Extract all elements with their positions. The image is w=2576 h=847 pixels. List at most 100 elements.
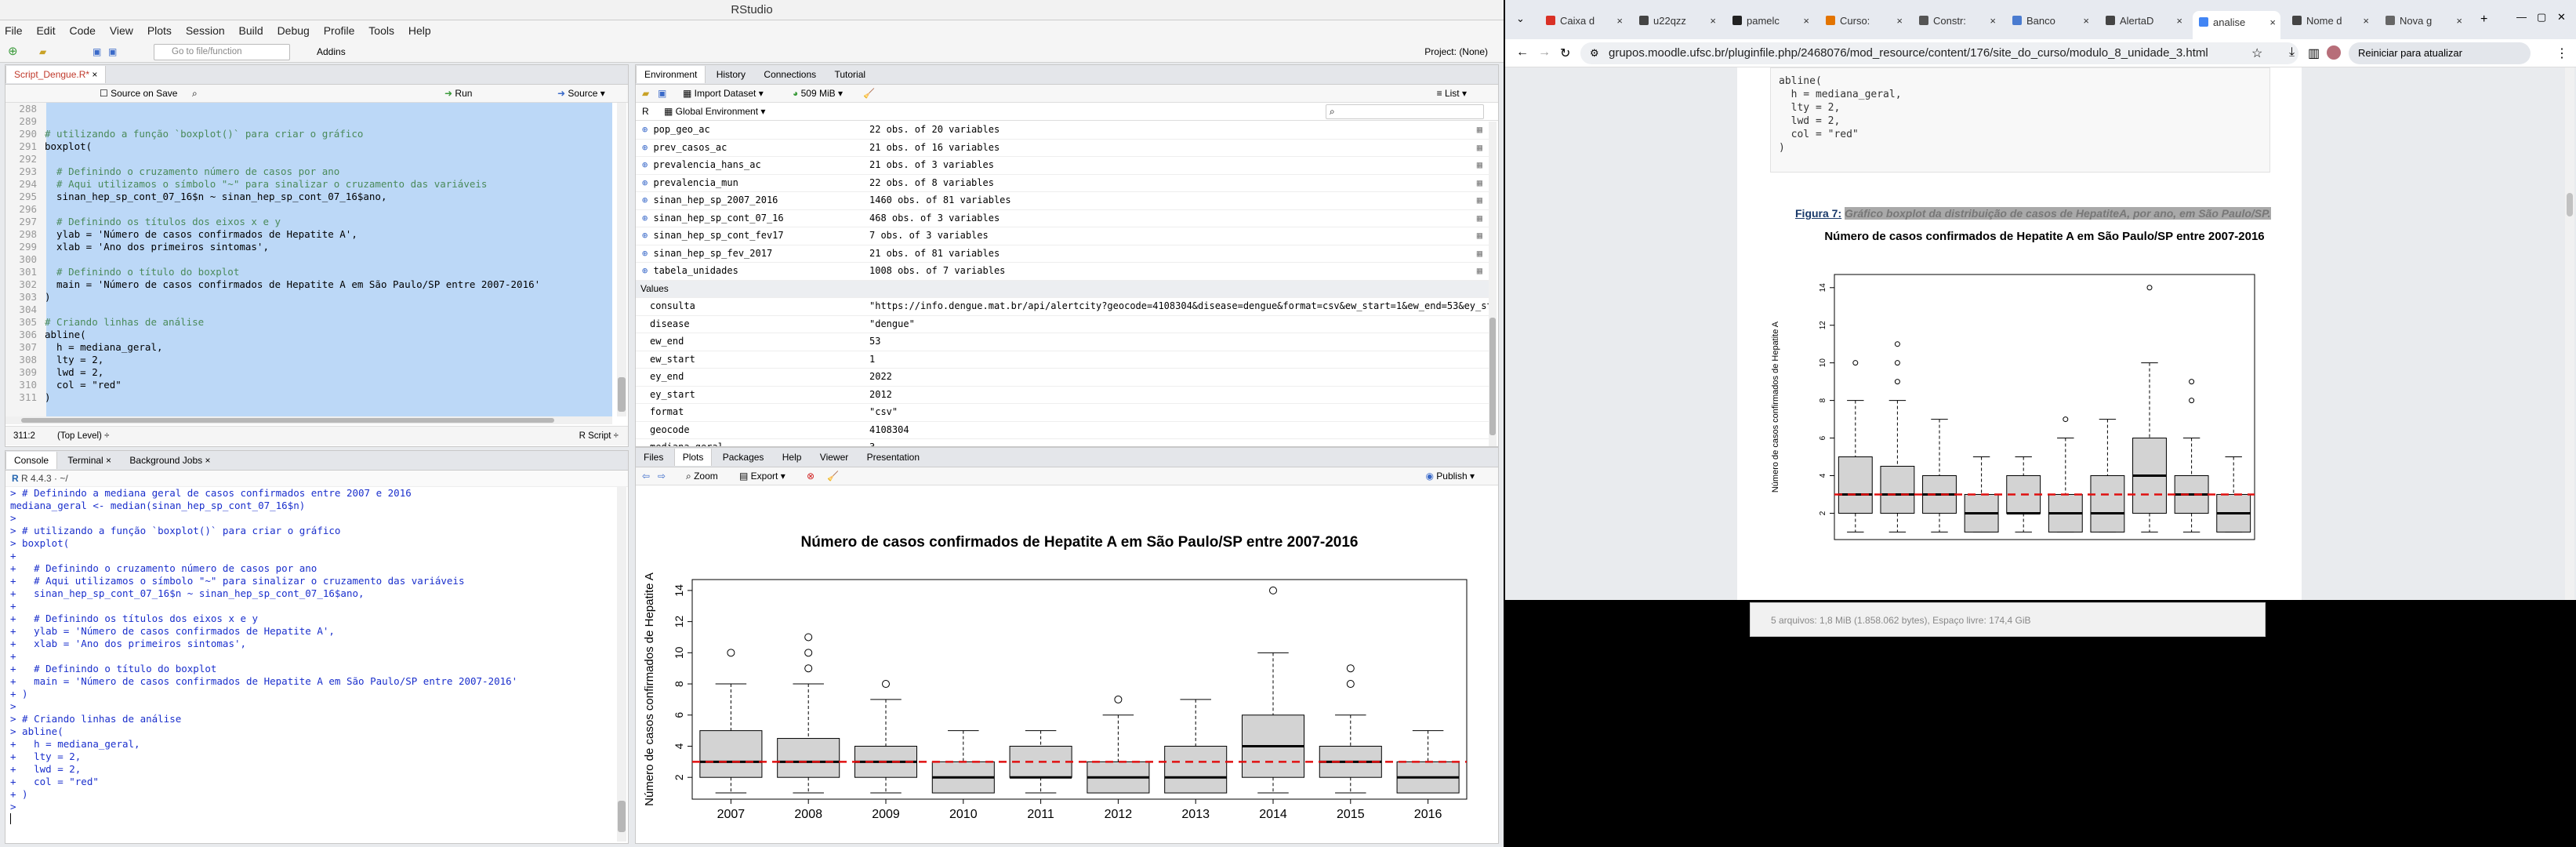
environment-row[interactable]: ⊕ prevalencia_mun 22 obs. of 8 variables ▦ [636, 175, 1489, 192]
environment-value-row[interactable]: ew_start 1 [636, 351, 1489, 369]
menu-profile[interactable]: Profile [324, 24, 355, 37]
back-icon[interactable]: ← [1516, 45, 1529, 60]
view-table-icon[interactable]: ▦ [1477, 175, 1482, 191]
environment-row[interactable]: ⊕ prevalencia_hans_ac 21 obs. of 3 variab… [636, 157, 1489, 175]
tab-viewer[interactable]: Viewer [812, 449, 856, 466]
menu-code[interactable]: Code [69, 24, 95, 37]
open-icon[interactable]: ▰ [642, 85, 649, 102]
environment-value-row[interactable]: ey_start 2012 [636, 387, 1489, 404]
expand-icon[interactable]: ⊕ [642, 265, 653, 276]
tab-history[interactable]: History [709, 66, 753, 83]
environment-row[interactable]: ⊕ prev_casos_ac 21 obs. of 16 variables ▦ [636, 140, 1489, 157]
menu-dots-icon[interactable]: ⋮ [2556, 45, 2568, 61]
menu-build[interactable]: Build [239, 24, 263, 37]
expand-icon[interactable]: ⊕ [642, 159, 653, 170]
url-input[interactable]: grupos.moodle.ufsc.br/pluginfile.php/246… [1580, 42, 2298, 64]
environment-value-row[interactable]: geocode 4108304 [636, 422, 1489, 439]
browser-tab[interactable]: pamelc × [1726, 9, 1814, 33]
environment-row[interactable]: ⊕ sinan_hep_sp_2007_2016 1460 obs. of 81 … [636, 192, 1489, 210]
browser-tab[interactable]: Banco × [2006, 9, 2094, 33]
expand-icon[interactable]: ⊕ [642, 177, 653, 188]
close-tab-icon[interactable]: × [1710, 9, 1716, 33]
browser-tab[interactable]: analise × [2193, 11, 2280, 39]
remove-plot-icon[interactable]: ⊗ [807, 467, 815, 485]
editor-hscrollbar[interactable] [5, 416, 612, 424]
scope-indicator[interactable]: (Top Level) ÷ [57, 427, 109, 445]
tab-environment[interactable]: Environment [636, 66, 706, 83]
editor-vscrollbar[interactable] [617, 103, 626, 416]
run-button[interactable]: ➜ Run [444, 85, 472, 102]
environment-value-row[interactable]: consulta "https://info.dengue.mat.br/api/… [636, 298, 1489, 316]
console-scrollbar[interactable] [617, 487, 626, 842]
tab-files[interactable]: Files [636, 449, 671, 466]
expand-icon[interactable]: ⊕ [642, 213, 653, 224]
browser-tab[interactable]: Constr: × [1913, 9, 2001, 33]
list-view-button[interactable]: ≡ List ▾ [1437, 85, 1467, 102]
save-icon[interactable]: ▣ [93, 41, 101, 63]
view-table-icon[interactable]: ▦ [1477, 245, 1482, 262]
expand-icon[interactable]: ⊕ [642, 230, 653, 241]
close-tab-icon[interactable]: × [1803, 9, 1809, 33]
environment-value-row[interactable]: mediana_geral3 [636, 439, 1489, 446]
environment-row[interactable]: ⊕ sinan_hep_sp_fev_2017 21 obs. of 81 var… [636, 245, 1489, 263]
tab-script-dengue[interactable]: Script_Dengue.R* × [5, 66, 107, 83]
tab-presentation[interactable]: Presentation [859, 449, 927, 466]
search-icon[interactable]: ⌕ [192, 85, 198, 102]
menu-edit[interactable]: Edit [36, 24, 55, 37]
environment-value-row[interactable]: format "csv" [636, 404, 1489, 422]
profile-avatar[interactable] [2327, 45, 2341, 60]
broom-icon[interactable]: 🧹 [863, 85, 875, 102]
browser-tab[interactable]: Nova g × [2379, 9, 2467, 33]
environment-scope-select[interactable]: ▦ Global Environment ▾ [664, 103, 765, 120]
browser-tab[interactable]: u22qzz × [1633, 9, 1721, 33]
close-tab-icon[interactable]: × [2269, 11, 2276, 35]
close-tab-icon[interactable]: × [1616, 9, 1623, 33]
environment-row[interactable]: ⊕ sinan_hep_sp_cont_07_16 468 obs. of 3 v… [636, 210, 1489, 227]
close-tab-icon[interactable]: × [2456, 9, 2462, 33]
maximize-icon[interactable]: ▢ [2537, 11, 2546, 24]
tab-background-jobs[interactable]: Background Jobs × [122, 452, 218, 469]
minimize-icon[interactable]: — [2516, 11, 2527, 23]
tab-terminal[interactable]: Terminal × [60, 452, 119, 469]
tab-help[interactable]: Help [775, 449, 810, 466]
view-table-icon[interactable]: ▦ [1477, 263, 1482, 279]
environment-value-row[interactable]: disease "dengue" [636, 316, 1489, 333]
download-icon[interactable]: ⤓ [2289, 45, 2295, 60]
environment-row[interactable]: ⊕ tabela_unidades 1008 obs. of 7 variable… [636, 263, 1489, 281]
close-window-icon[interactable]: ✕ [2557, 11, 2566, 24]
menu-plots[interactable]: Plots [147, 24, 172, 37]
expand-icon[interactable]: ⊕ [642, 194, 653, 205]
close-tab-icon[interactable]: × [2083, 9, 2089, 33]
close-tab-icon[interactable]: × [1896, 9, 1903, 33]
save-workspace-icon[interactable]: ▣ [658, 85, 666, 102]
addins-menu[interactable]: Addins [317, 41, 346, 63]
import-dataset-button[interactable]: ▦ Import Dataset ▾ [683, 85, 764, 102]
expand-icon[interactable]: ⊕ [642, 248, 653, 259]
close-icon[interactable]: × [92, 69, 97, 80]
view-table-icon[interactable]: ▦ [1477, 227, 1482, 244]
environment-value-row[interactable]: ew_end 53 [636, 333, 1489, 351]
file-type-indicator[interactable]: R Script ÷ [579, 427, 619, 445]
site-info-icon[interactable]: ⚙ [1590, 47, 1599, 60]
extensions-icon[interactable]: ▥ [2308, 45, 2320, 61]
close-tab-icon[interactable]: × [2176, 9, 2182, 33]
menu-tools[interactable]: Tools [368, 24, 394, 37]
publish-button[interactable]: ◉ Publish ▾ [1425, 467, 1475, 485]
broom-icon[interactable]: 🧹 [827, 467, 839, 485]
tab-packages[interactable]: Packages [715, 449, 772, 466]
console-output[interactable]: > # Definindo a mediana geral de casos c… [10, 487, 614, 842]
environment-row[interactable]: ⊕ pop_geo_ac 22 obs. of 20 variables ▦ [636, 122, 1489, 140]
tab-list-icon[interactable]: ⌄ [1516, 13, 1525, 25]
memory-usage[interactable]: ◕ 509 MiB ▾ [793, 85, 843, 102]
close-tab-icon[interactable]: × [2363, 9, 2369, 33]
open-file-icon[interactable]: ▰ [39, 41, 46, 63]
tab-tutorial[interactable]: Tutorial [826, 66, 873, 83]
export-button[interactable]: ▤ Export ▾ [739, 467, 785, 485]
view-table-icon[interactable]: ▦ [1477, 140, 1482, 156]
browser-tab[interactable]: AlertaD × [2099, 9, 2187, 33]
tab-connections[interactable]: Connections [756, 66, 824, 83]
zoom-button[interactable]: ⌕ Zoom [686, 467, 718, 485]
environment-search-input[interactable]: ⌕ [1326, 104, 1484, 119]
menu-file[interactable]: File [5, 24, 23, 37]
forward-icon[interactable]: → [1538, 45, 1551, 60]
